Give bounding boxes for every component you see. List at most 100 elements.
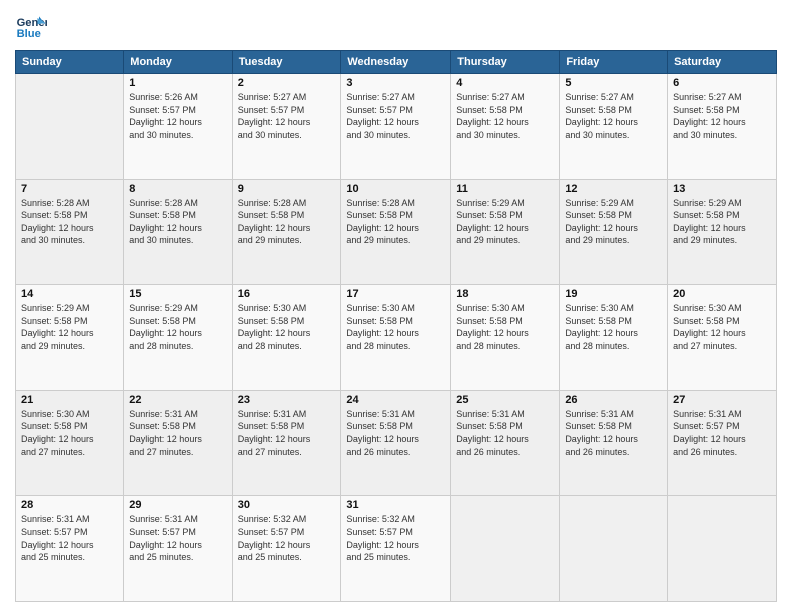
day-number: 26 [565, 394, 662, 406]
weekday-header-monday: Monday [124, 51, 232, 74]
logo: General Blue [15, 10, 51, 42]
day-info: Sunrise: 5:30 AM Sunset: 5:58 PM Dayligh… [565, 302, 662, 352]
day-info: Sunrise: 5:27 AM Sunset: 5:58 PM Dayligh… [456, 91, 554, 141]
calendar-cell: 10 Sunrise: 5:28 AM Sunset: 5:58 PM Dayli… [341, 179, 451, 285]
calendar-cell: 1 Sunrise: 5:26 AM Sunset: 5:57 PM Daylig… [124, 74, 232, 180]
calendar-cell: 11 Sunrise: 5:29 AM Sunset: 5:58 PM Dayli… [451, 179, 560, 285]
header: General Blue [15, 10, 777, 42]
day-info: Sunrise: 5:31 AM Sunset: 5:57 PM Dayligh… [673, 408, 771, 458]
day-info: Sunrise: 5:31 AM Sunset: 5:58 PM Dayligh… [456, 408, 554, 458]
calendar-body: 1 Sunrise: 5:26 AM Sunset: 5:57 PM Daylig… [16, 74, 777, 602]
day-number: 4 [456, 77, 554, 89]
day-info: Sunrise: 5:30 AM Sunset: 5:58 PM Dayligh… [673, 302, 771, 352]
weekday-header-thursday: Thursday [451, 51, 560, 74]
day-info: Sunrise: 5:29 AM Sunset: 5:58 PM Dayligh… [129, 302, 226, 352]
day-info: Sunrise: 5:30 AM Sunset: 5:58 PM Dayligh… [346, 302, 445, 352]
weekday-header-sunday: Sunday [16, 51, 124, 74]
day-info: Sunrise: 5:28 AM Sunset: 5:58 PM Dayligh… [346, 197, 445, 247]
day-info: Sunrise: 5:30 AM Sunset: 5:58 PM Dayligh… [238, 302, 336, 352]
calendar-cell: 3 Sunrise: 5:27 AM Sunset: 5:57 PM Daylig… [341, 74, 451, 180]
calendar-week-3: 14 Sunrise: 5:29 AM Sunset: 5:58 PM Dayli… [16, 285, 777, 391]
day-info: Sunrise: 5:31 AM Sunset: 5:58 PM Dayligh… [565, 408, 662, 458]
calendar-cell: 20 Sunrise: 5:30 AM Sunset: 5:58 PM Dayli… [668, 285, 777, 391]
day-info: Sunrise: 5:29 AM Sunset: 5:58 PM Dayligh… [456, 197, 554, 247]
day-number: 30 [238, 499, 336, 511]
day-number: 13 [673, 183, 771, 195]
day-info: Sunrise: 5:32 AM Sunset: 5:57 PM Dayligh… [238, 513, 336, 563]
day-info: Sunrise: 5:28 AM Sunset: 5:58 PM Dayligh… [129, 197, 226, 247]
day-number: 7 [21, 183, 118, 195]
day-info: Sunrise: 5:31 AM Sunset: 5:58 PM Dayligh… [346, 408, 445, 458]
svg-text:Blue: Blue [17, 28, 41, 40]
day-info: Sunrise: 5:31 AM Sunset: 5:58 PM Dayligh… [238, 408, 336, 458]
calendar-cell: 6Sunrise: 5:27 AM Sunset: 5:58 PM Daylig… [668, 74, 777, 180]
calendar-cell: 2Sunrise: 5:27 AM Sunset: 5:57 PM Daylig… [232, 74, 341, 180]
calendar-cell: 15 Sunrise: 5:29 AM Sunset: 5:58 PM Dayli… [124, 285, 232, 391]
day-number: 19 [565, 288, 662, 300]
day-info: Sunrise: 5:29 AM Sunset: 5:58 PM Dayligh… [565, 197, 662, 247]
calendar-week-2: 7 Sunrise: 5:28 AM Sunset: 5:58 PM Daylig… [16, 179, 777, 285]
day-info: Sunrise: 5:27 AM Sunset: 5:57 PM Dayligh… [238, 91, 336, 141]
day-number: 22 [129, 394, 226, 406]
calendar-cell: 17 Sunrise: 5:30 AM Sunset: 5:58 PM Dayli… [341, 285, 451, 391]
calendar-cell: 26 Sunrise: 5:31 AM Sunset: 5:58 PM Dayli… [560, 390, 668, 496]
day-info: Sunrise: 5:32 AM Sunset: 5:57 PM Dayligh… [346, 513, 445, 563]
calendar-week-1: 1 Sunrise: 5:26 AM Sunset: 5:57 PM Daylig… [16, 74, 777, 180]
day-number: 17 [346, 288, 445, 300]
calendar-cell: 25 Sunrise: 5:31 AM Sunset: 5:58 PM Dayli… [451, 390, 560, 496]
weekday-header-saturday: Saturday [668, 51, 777, 74]
calendar-cell: 13 Sunrise: 5:29 AM Sunset: 5:58 PM Dayli… [668, 179, 777, 285]
calendar-cell: 7 Sunrise: 5:28 AM Sunset: 5:58 PM Daylig… [16, 179, 124, 285]
calendar-week-4: 21Sunrise: 5:30 AM Sunset: 5:58 PM Dayli… [16, 390, 777, 496]
calendar-cell: 19 Sunrise: 5:30 AM Sunset: 5:58 PM Dayli… [560, 285, 668, 391]
day-number: 16 [238, 288, 336, 300]
calendar-cell: 9Sunrise: 5:28 AM Sunset: 5:58 PM Daylig… [232, 179, 341, 285]
calendar-cell: 24Sunrise: 5:31 AM Sunset: 5:58 PM Dayli… [341, 390, 451, 496]
day-number: 29 [129, 499, 226, 511]
calendar-cell [560, 496, 668, 602]
weekday-row: SundayMondayTuesdayWednesdayThursdayFrid… [16, 51, 777, 74]
logo-icon: General Blue [15, 10, 47, 42]
day-info: Sunrise: 5:27 AM Sunset: 5:57 PM Dayligh… [346, 91, 445, 141]
day-number: 12 [565, 183, 662, 195]
day-number: 10 [346, 183, 445, 195]
calendar-cell: 8 Sunrise: 5:28 AM Sunset: 5:58 PM Daylig… [124, 179, 232, 285]
day-number: 9 [238, 183, 336, 195]
calendar-header: SundayMondayTuesdayWednesdayThursdayFrid… [16, 51, 777, 74]
calendar-cell: 27Sunrise: 5:31 AM Sunset: 5:57 PM Dayli… [668, 390, 777, 496]
day-info: Sunrise: 5:30 AM Sunset: 5:58 PM Dayligh… [21, 408, 118, 458]
day-info: Sunrise: 5:28 AM Sunset: 5:58 PM Dayligh… [21, 197, 118, 247]
day-info: Sunrise: 5:27 AM Sunset: 5:58 PM Dayligh… [565, 91, 662, 141]
calendar-week-5: 28Sunrise: 5:31 AM Sunset: 5:57 PM Dayli… [16, 496, 777, 602]
calendar-cell: 12 Sunrise: 5:29 AM Sunset: 5:58 PM Dayli… [560, 179, 668, 285]
calendar-cell: 30 Sunrise: 5:32 AM Sunset: 5:57 PM Dayli… [232, 496, 341, 602]
day-info: Sunrise: 5:31 AM Sunset: 5:58 PM Dayligh… [129, 408, 226, 458]
day-info: Sunrise: 5:30 AM Sunset: 5:58 PM Dayligh… [456, 302, 554, 352]
calendar-cell: 23 Sunrise: 5:31 AM Sunset: 5:58 PM Dayli… [232, 390, 341, 496]
calendar-cell: 28Sunrise: 5:31 AM Sunset: 5:57 PM Dayli… [16, 496, 124, 602]
calendar-cell: 21Sunrise: 5:30 AM Sunset: 5:58 PM Dayli… [16, 390, 124, 496]
calendar-cell: 29Sunrise: 5:31 AM Sunset: 5:57 PM Dayli… [124, 496, 232, 602]
day-number: 14 [21, 288, 118, 300]
calendar-cell: 4 Sunrise: 5:27 AM Sunset: 5:58 PM Daylig… [451, 74, 560, 180]
day-number: 3 [346, 77, 445, 89]
day-number: 20 [673, 288, 771, 300]
day-info: Sunrise: 5:29 AM Sunset: 5:58 PM Dayligh… [21, 302, 118, 352]
day-number: 11 [456, 183, 554, 195]
day-number: 23 [238, 394, 336, 406]
calendar-cell: 18Sunrise: 5:30 AM Sunset: 5:58 PM Dayli… [451, 285, 560, 391]
calendar-cell: 16 Sunrise: 5:30 AM Sunset: 5:58 PM Dayli… [232, 285, 341, 391]
day-number: 1 [129, 77, 226, 89]
day-info: Sunrise: 5:26 AM Sunset: 5:57 PM Dayligh… [129, 91, 226, 141]
calendar-cell: 14 Sunrise: 5:29 AM Sunset: 5:58 PM Dayli… [16, 285, 124, 391]
calendar-page: General Blue SundayMondayTuesdayWednesda… [0, 0, 792, 612]
day-number: 5 [565, 77, 662, 89]
calendar-cell: 5 Sunrise: 5:27 AM Sunset: 5:58 PM Daylig… [560, 74, 668, 180]
day-number: 15 [129, 288, 226, 300]
day-number: 25 [456, 394, 554, 406]
weekday-header-wednesday: Wednesday [341, 51, 451, 74]
day-info: Sunrise: 5:29 AM Sunset: 5:58 PM Dayligh… [673, 197, 771, 247]
day-number: 31 [346, 499, 445, 511]
day-number: 8 [129, 183, 226, 195]
calendar-cell [451, 496, 560, 602]
